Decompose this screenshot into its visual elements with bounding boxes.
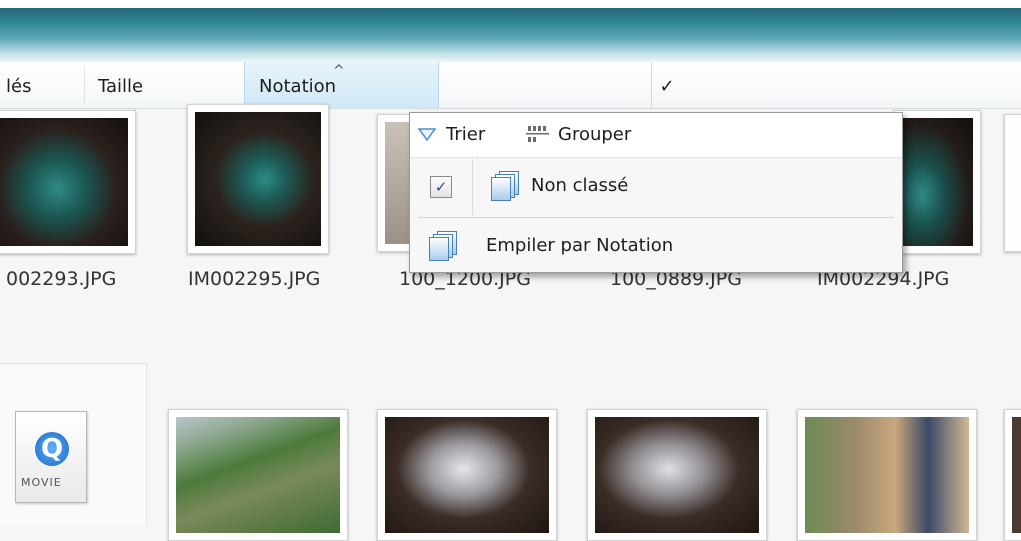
rating-filter-menu: Trier Grouper ✓ Non classé Empiler par N… xyxy=(409,112,903,273)
column-header-partial[interactable]: lés xyxy=(6,62,31,108)
menu-item-unrated[interactable]: ✓ Non classé xyxy=(410,159,902,215)
column-separator[interactable] xyxy=(84,66,85,104)
movie-type-label: MOVIE xyxy=(21,476,62,489)
photo-image xyxy=(176,417,340,533)
column-header-bar: lés Taille ^ Notation ✓ xyxy=(0,62,1021,109)
file-name-label[interactable]: IM002295.JPG xyxy=(188,268,320,290)
photo-thumbnail[interactable] xyxy=(587,409,767,541)
photo-thumbnail[interactable] xyxy=(168,409,348,541)
photo-image xyxy=(385,122,411,244)
column-header-size-label: Taille xyxy=(98,76,144,97)
checkbox-check-icon: ✓ xyxy=(434,178,448,196)
photo-image xyxy=(595,417,759,533)
photo-image xyxy=(385,417,549,533)
dropdown-check-icon: ✓ xyxy=(659,76,675,97)
photo-thumbnail[interactable] xyxy=(1004,409,1021,541)
stack-by-rating-label: Empiler par Notation xyxy=(486,235,674,256)
photo-thumbnail[interactable] xyxy=(893,110,981,254)
window-titlebar xyxy=(0,0,1021,62)
photo-image xyxy=(0,118,128,246)
unrated-label: Non classé xyxy=(531,175,629,196)
photo-image xyxy=(901,118,973,246)
sort-label: Trier xyxy=(446,124,486,145)
column-header-partial-label: lés xyxy=(6,76,32,97)
column-header-rating[interactable]: ^ Notation ✓ xyxy=(244,62,675,108)
movie-file-icon[interactable]: Q MOVIE xyxy=(15,411,87,503)
column-filter-dropdown-button[interactable]: ✓ xyxy=(651,62,682,108)
photo-thumbnail[interactable] xyxy=(187,104,329,254)
menu-divider xyxy=(418,217,894,218)
stack-icon xyxy=(428,231,458,261)
photo-image xyxy=(805,417,969,533)
sort-triangle-icon xyxy=(418,128,436,142)
photo-thumbnail[interactable] xyxy=(377,409,557,541)
photo-image xyxy=(1012,122,1021,244)
file-name-label[interactable]: 002293.JPG xyxy=(6,268,116,290)
photo-image xyxy=(1012,417,1021,533)
menu-gutter-separator xyxy=(472,159,473,215)
menu-toolbar: Trier Grouper xyxy=(410,113,902,158)
quicktime-icon: Q xyxy=(35,432,69,466)
stack-icon xyxy=(490,171,520,201)
titlebar-top-edge xyxy=(0,0,1021,8)
unrated-checkbox[interactable]: ✓ xyxy=(430,176,452,198)
column-header-size[interactable]: Taille xyxy=(98,62,143,108)
menu-item-stack-by-rating[interactable]: Empiler par Notation xyxy=(410,219,902,271)
photo-thumbnail[interactable] xyxy=(797,409,977,541)
photo-thumbnail[interactable] xyxy=(1004,114,1021,252)
photo-thumbnail[interactable] xyxy=(0,110,136,254)
group-button[interactable]: Grouper xyxy=(526,121,666,149)
photo-image xyxy=(195,112,321,246)
group-icon xyxy=(526,126,549,142)
group-label: Grouper xyxy=(558,124,632,145)
